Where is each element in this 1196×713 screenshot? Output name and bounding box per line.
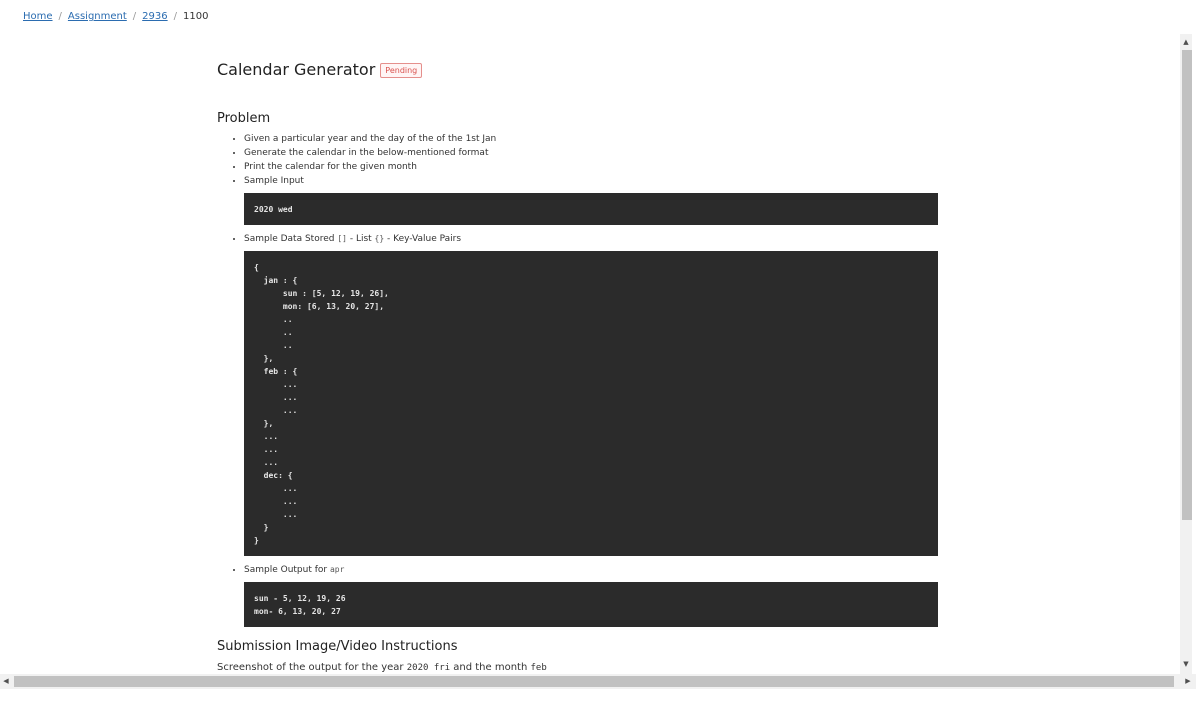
list-item: Sample Input 2020 wed bbox=[244, 174, 958, 225]
horizontal-scrollbar-thumb[interactable] bbox=[14, 676, 1174, 687]
content-viewport: Calendar Generator Pending Problem Given… bbox=[0, 34, 1180, 674]
sample-output-label: Sample Output for bbox=[244, 565, 330, 575]
submission-year-code: 2020 fri bbox=[406, 663, 451, 673]
submission-text-prefix: Screenshot of the output for the year bbox=[217, 662, 407, 673]
page-title: Calendar Generator bbox=[217, 60, 376, 79]
sample-data-list-text: - List bbox=[346, 234, 375, 244]
sample-output-code-block: sun - 5, 12, 19, 26 mon- 6, 13, 20, 27 bbox=[244, 582, 938, 627]
breadcrumb: Home / Assignment / 2936 / 1100 bbox=[23, 11, 208, 22]
sample-data-code-block: { jan : { sun : [5, 12, 19, 26], mon: [6… bbox=[244, 251, 938, 556]
vertical-scrollbar-thumb[interactable] bbox=[1182, 50, 1192, 520]
breadcrumb-separator: / bbox=[132, 11, 137, 22]
sample-input-label: Sample Input bbox=[244, 176, 304, 186]
triangle-right-icon[interactable]: ▶ bbox=[1182, 675, 1194, 688]
problem-heading: Problem bbox=[217, 111, 271, 126]
breadcrumb-current: 1100 bbox=[183, 11, 209, 22]
vertical-scrollbar[interactable]: ▲ ▼ bbox=[1180, 34, 1192, 674]
breadcrumb-assignment-link[interactable]: Assignment bbox=[68, 11, 127, 22]
submission-text-middle: and the month bbox=[450, 662, 531, 673]
list-item: Sample Data Stored [] - List {} - Key-Va… bbox=[244, 232, 958, 556]
list-token: [] bbox=[337, 234, 347, 243]
breadcrumb-2936-link[interactable]: 2936 bbox=[142, 11, 167, 22]
sample-output-month-token: apr bbox=[329, 565, 345, 574]
submission-instructions: Screenshot of the output for the year 20… bbox=[217, 662, 958, 673]
triangle-down-icon[interactable]: ▼ bbox=[1180, 658, 1192, 670]
status-badge: Pending bbox=[380, 63, 423, 78]
triangle-left-icon[interactable]: ◀ bbox=[0, 675, 12, 688]
problem-list: Given a particular year and the day of t… bbox=[217, 132, 958, 627]
triangle-up-icon[interactable]: ▲ bbox=[1180, 36, 1192, 48]
sample-input-code-block: 2020 wed bbox=[244, 193, 938, 225]
title-row: Calendar Generator Pending bbox=[217, 60, 958, 79]
breadcrumb-separator: / bbox=[58, 11, 62, 22]
list-item: Sample Output for apr sun - 5, 12, 19, 2… bbox=[244, 563, 958, 627]
sample-data-label: Sample Data Stored bbox=[244, 234, 338, 244]
sample-data-kv-text: - Key-Value Pairs bbox=[384, 234, 462, 244]
kv-token: {} bbox=[374, 234, 385, 243]
list-item: Given a particular year and the day of t… bbox=[244, 132, 958, 146]
breadcrumb-separator: / bbox=[173, 11, 177, 22]
horizontal-scrollbar[interactable]: ◀ ▶ bbox=[0, 674, 1196, 689]
list-item: Print the calendar for the given month bbox=[244, 160, 958, 174]
submission-heading: Submission Image/Video Instructions bbox=[217, 639, 458, 654]
breadcrumb-home-link[interactable]: Home bbox=[23, 11, 53, 22]
list-item: Generate the calendar in the below-menti… bbox=[244, 146, 958, 160]
assignment-content: Calendar Generator Pending Problem Given… bbox=[217, 34, 958, 673]
submission-month-code: feb bbox=[530, 663, 547, 673]
